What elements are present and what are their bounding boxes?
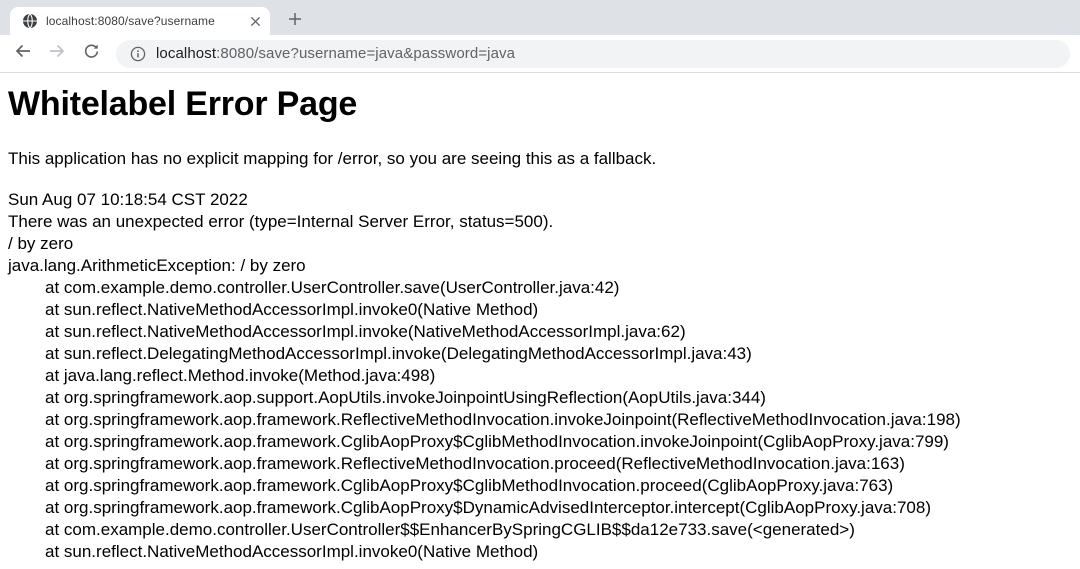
tab-strip: localhost:8080/save?username (0, 0, 1080, 35)
reload-button[interactable] (76, 39, 106, 69)
arrow-right-icon (48, 42, 66, 65)
globe-favicon-icon (22, 13, 38, 29)
stack-trace-line: at org.springframework.aop.framework.Cgl… (45, 476, 894, 495)
tab-title-fade (218, 7, 244, 35)
stack-trace-line: at org.springframework.aop.framework.Ref… (45, 454, 905, 473)
stack-trace-line: at sun.reflect.NativeMethodAccessorImpl.… (45, 542, 539, 561)
tab-title: localhost:8080/save?username (46, 14, 215, 28)
site-info-icon[interactable] (130, 46, 146, 62)
stack-trace-line: at com.example.demo.controller.UserContr… (45, 520, 855, 539)
plus-icon (288, 12, 302, 31)
tab-close-icon[interactable] (246, 12, 264, 30)
url-text: localhost:8080/save?username=java&passwo… (156, 45, 515, 62)
error-summary: There was an unexpected error (type=Inte… (8, 212, 554, 231)
url-path: :8080/save?username=java&password=java (216, 45, 516, 62)
browser-tab[interactable]: localhost:8080/save?username (10, 7, 270, 35)
new-tab-button[interactable] (282, 8, 308, 34)
stack-trace-line: at sun.reflect.NativeMethodAccessorImpl.… (45, 322, 686, 341)
url-host: localhost (156, 45, 217, 62)
page-title: Whitelabel Error Page (8, 85, 358, 123)
stack-trace-line: at com.example.demo.controller.UserContr… (45, 278, 620, 297)
browser-toolbar: localhost:8080/save?username=java&passwo… (0, 35, 1080, 73)
stack-trace-line: at sun.reflect.DelegatingMethodAccessorI… (45, 344, 752, 363)
error-block: Sun Aug 07 10:18:54 CST 2022 There was a… (8, 189, 1072, 563)
reload-icon (83, 43, 100, 65)
error-detail: / by zero (8, 234, 74, 253)
back-button[interactable] (8, 39, 38, 69)
error-timestamp: Sun Aug 07 10:18:54 CST 2022 (8, 190, 248, 209)
stack-trace-line: at org.springframework.aop.framework.Cgl… (45, 432, 949, 451)
forward-button[interactable] (42, 39, 72, 69)
address-bar[interactable]: localhost:8080/save?username=java&passwo… (116, 39, 1070, 68)
fallback-message: This application has no explicit mapping… (8, 149, 657, 168)
stack-trace-line: at org.springframework.aop.framework.Cgl… (45, 498, 931, 517)
arrow-left-icon (14, 42, 32, 65)
stack-trace-line: at org.springframework.aop.framework.Ref… (45, 410, 961, 429)
browser-window: localhost:8080/save?username localhost:8… (0, 0, 1080, 568)
stack-trace: at com.example.demo.controller.UserContr… (8, 277, 1072, 563)
stack-trace-line: at java.lang.reflect.Method.invoke(Metho… (45, 366, 436, 385)
page-content: Whitelabel Error Page This application h… (0, 73, 1080, 568)
exception-class-line: java.lang.ArithmeticException: / by zero (8, 256, 306, 275)
stack-trace-line: at org.springframework.aop.support.AopUt… (45, 388, 766, 407)
stack-trace-line: at sun.reflect.NativeMethodAccessorImpl.… (45, 300, 539, 319)
